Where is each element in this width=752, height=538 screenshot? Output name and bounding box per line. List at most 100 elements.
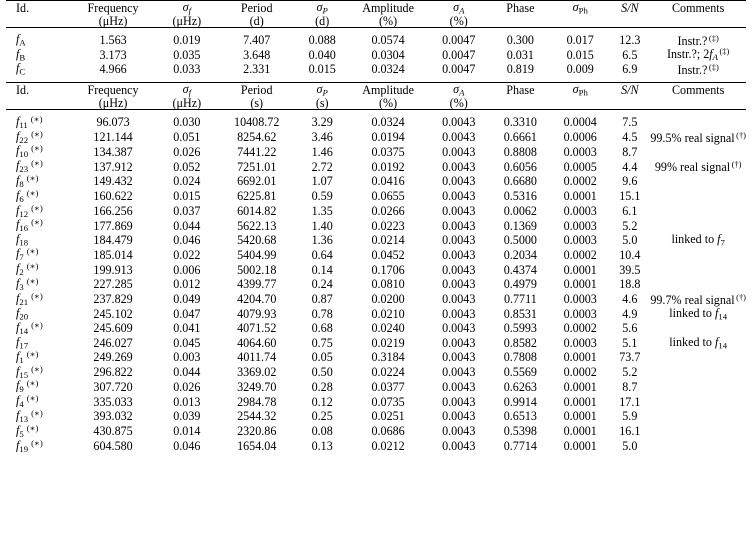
table-row[interactable]: fB 3.173 0.035 3.648 0.040 0.0304 0.0047 0.031 0… bbox=[6, 47, 746, 62]
cell-amplitude: 0.0223 bbox=[371, 218, 405, 233]
cell-amplitude: 0.3184 bbox=[371, 350, 405, 365]
cell-sigma-p: 2.72 bbox=[311, 159, 333, 174]
cell-sigma-a: 0.0043 bbox=[442, 218, 476, 233]
table-row[interactable]: f4(∗) 335.033 0.013 2984.78 0.12 0.0735 0.0043… bbox=[6, 394, 746, 409]
header-sn: S/N bbox=[621, 1, 639, 16]
cell-sigma-a: 0.0043 bbox=[442, 247, 476, 262]
table-row[interactable]: f23(∗) 137.912 0.052 7251.01 2.72 0.0192 0.004… bbox=[6, 159, 746, 174]
cell-sn: 15.1 bbox=[619, 189, 641, 204]
cell-sigma-f: 0.044 bbox=[173, 364, 201, 379]
cell-sigma-ph: 0.0001 bbox=[563, 409, 597, 424]
cell-id: fA bbox=[16, 32, 26, 48]
table-row[interactable]: f13(∗) 393.032 0.039 2544.32 0.25 0.0251 0.004… bbox=[6, 409, 746, 424]
table-row[interactable]: f9(∗) 307.720 0.026 3249.70 0.28 0.0377 0.0043… bbox=[6, 379, 746, 394]
cell-sigma-f: 0.051 bbox=[173, 129, 201, 144]
header-sigma-ph: σPh bbox=[572, 81, 588, 97]
header-unit-sn bbox=[609, 97, 650, 110]
header-unit-period: (d) bbox=[249, 14, 264, 29]
cell-sigma-f: 0.035 bbox=[173, 47, 201, 62]
cell-period: 6014.82 bbox=[237, 204, 277, 218]
cell-sigma-ph: 0.0003 bbox=[563, 204, 597, 218]
asterisk-marker: (∗) bbox=[31, 143, 43, 154]
cell-sigma-ph: 0.0001 bbox=[563, 189, 597, 204]
cell-phase: 0.6056 bbox=[503, 159, 537, 174]
cell-sn: 73.7 bbox=[619, 350, 641, 365]
table-row[interactable]: f12(∗) 166.256 0.037 6014.82 1.35 0.0266 0.004… bbox=[6, 203, 746, 219]
cell-amplitude: 0.0304 bbox=[371, 47, 405, 62]
cell-sn: 5.0 bbox=[622, 439, 638, 454]
footnote-marker: (‡) bbox=[708, 61, 719, 72]
table-row[interactable]: fA 1.563 0.019 7.407 0.088 0.0574 0.0047 0.300 0… bbox=[6, 28, 746, 47]
cell-amplitude: 0.0452 bbox=[371, 247, 405, 262]
table-row[interactable]: f17 246.027 0.045 4064.60 0.75 0.0219 0.0043 0.… bbox=[6, 336, 746, 350]
cell-id: f14(∗) bbox=[16, 319, 43, 336]
header-sigma-p: σP bbox=[316, 81, 328, 97]
table-row[interactable]: f14(∗) 245.609 0.041 4071.52 0.68 0.0240 0.004… bbox=[6, 319, 746, 336]
table-header-row-primary: Id. Frequency σf Period σP Amplitude σA Phase σP… bbox=[6, 81, 746, 97]
frequency-table: Id. Frequency σf Period σP Amplitude σA Phase σP… bbox=[6, 0, 746, 458]
table-row[interactable]: f11(∗) 96.073 0.030 10408.72 3.29 0.0324 0.004… bbox=[6, 110, 746, 130]
cell-sigma-a: 0.0043 bbox=[442, 204, 476, 218]
header-frequency: Frequency bbox=[87, 82, 139, 97]
cell-period: 4064.60 bbox=[237, 335, 277, 350]
table-row[interactable]: f19(∗) 604.580 0.046 1654.04 0.13 0.0212 0.004… bbox=[6, 437, 746, 459]
table-row[interactable]: f18 184.479 0.046 5420.68 1.36 0.0214 0.0043 0.… bbox=[6, 233, 746, 247]
cell-amplitude: 0.0266 bbox=[371, 204, 405, 218]
table-row[interactable]: f22(∗) 121.144 0.051 8254.62 3.46 0.0194 0.004… bbox=[6, 129, 746, 145]
table-row[interactable]: f21(∗) 237.829 0.049 4204.70 0.87 0.0200 0.004… bbox=[6, 292, 746, 307]
table-row[interactable]: f15(∗) 296.822 0.044 3369.02 0.50 0.0224 0.004… bbox=[6, 364, 746, 380]
cell-amplitude: 0.0194 bbox=[371, 129, 405, 144]
table-row[interactable]: f7(∗) 185.014 0.022 5404.99 0.64 0.0452 0.0043… bbox=[6, 247, 746, 262]
cell-period: 3.648 bbox=[243, 47, 271, 62]
cell-sn: 39.5 bbox=[619, 262, 641, 277]
table-row[interactable]: f3(∗) 227.285 0.012 4399.77 0.24 0.0810 0.0043… bbox=[6, 277, 746, 292]
cell-sigma-ph: 0.0005 bbox=[563, 159, 597, 174]
cell-id: f19(∗) bbox=[16, 437, 43, 454]
cell-period: 4011.74 bbox=[237, 350, 277, 365]
cell-amplitude: 0.0200 bbox=[371, 292, 405, 307]
table-row[interactable]: f5(∗) 430.875 0.014 2320.86 0.08 0.0686 0.0043… bbox=[6, 424, 746, 439]
cell-comments bbox=[650, 204, 746, 219]
cell-frequency: 177.869 bbox=[93, 218, 133, 233]
table-row[interactable]: f8(∗) 149.432 0.024 6692.01 1.07 0.0416 0.0043… bbox=[6, 174, 746, 189]
cell-sigma-f: 0.022 bbox=[173, 247, 201, 262]
table-row[interactable]: f20 245.102 0.047 4079.93 0.78 0.0210 0.0043 0.… bbox=[6, 307, 746, 321]
table-row[interactable]: f2(∗) 199.913 0.006 5002.18 0.14 0.1706 0.0043… bbox=[6, 262, 746, 277]
cell-comments bbox=[650, 144, 746, 159]
cell-frequency: 393.032 bbox=[93, 409, 133, 424]
table-row[interactable]: f1(∗) 249.269 0.003 4011.74 0.05 0.3184 0.0043… bbox=[6, 349, 746, 365]
table-row[interactable]: f6(∗) 160.622 0.015 6225.81 0.59 0.0655 0.0043… bbox=[6, 188, 746, 204]
cell-id: fB bbox=[16, 46, 26, 63]
cell-id: f17 bbox=[16, 334, 29, 351]
cell-frequency: 4.966 bbox=[99, 62, 127, 77]
cell-frequency: 96.073 bbox=[96, 115, 130, 130]
cell-frequency: 237.829 bbox=[93, 292, 133, 307]
table-row[interactable]: f10(∗) 134.387 0.026 7441.22 1.46 0.0375 0.004… bbox=[6, 144, 746, 159]
header-unit-comments bbox=[650, 15, 746, 28]
cell-frequency: 184.479 bbox=[93, 233, 133, 248]
header-phase: Phase bbox=[506, 82, 535, 97]
cell-sigma-ph: 0.0003 bbox=[563, 292, 597, 307]
cell-sigma-p: 0.05 bbox=[311, 350, 333, 365]
cell-frequency: 160.622 bbox=[93, 189, 133, 204]
cell-amplitude: 0.0324 bbox=[371, 115, 405, 130]
table-row[interactable]: fC 4.966 0.033 2.331 0.015 0.0324 0.0047 0.819 0… bbox=[6, 62, 746, 82]
cell-sn: 5.0 bbox=[622, 233, 638, 248]
cell-frequency: 199.913 bbox=[93, 262, 133, 277]
cell-sigma-p: 0.040 bbox=[308, 47, 336, 62]
cell-amplitude: 0.0251 bbox=[371, 409, 405, 424]
cell-sn: 18.8 bbox=[619, 277, 641, 292]
cell-sigma-f: 0.052 bbox=[173, 159, 201, 174]
cell-sigma-p: 0.25 bbox=[311, 409, 333, 424]
table-row[interactable]: f16(∗) 177.869 0.044 5622.13 1.40 0.0223 0.004… bbox=[6, 218, 746, 233]
footnote-marker: (†) bbox=[731, 159, 742, 170]
cell-period: 5420.68 bbox=[237, 233, 277, 248]
cell-sigma-p: 3.29 bbox=[311, 115, 333, 130]
cell-sigma-p: 1.40 bbox=[311, 218, 333, 233]
cell-comments: linked to f14 bbox=[669, 334, 728, 351]
cell-comments bbox=[650, 424, 746, 439]
header-unit-sn bbox=[609, 15, 650, 28]
header-period: Period bbox=[240, 82, 273, 97]
header-sigma-f: σf bbox=[182, 81, 192, 97]
cell-sigma-p: 0.78 bbox=[311, 306, 333, 321]
